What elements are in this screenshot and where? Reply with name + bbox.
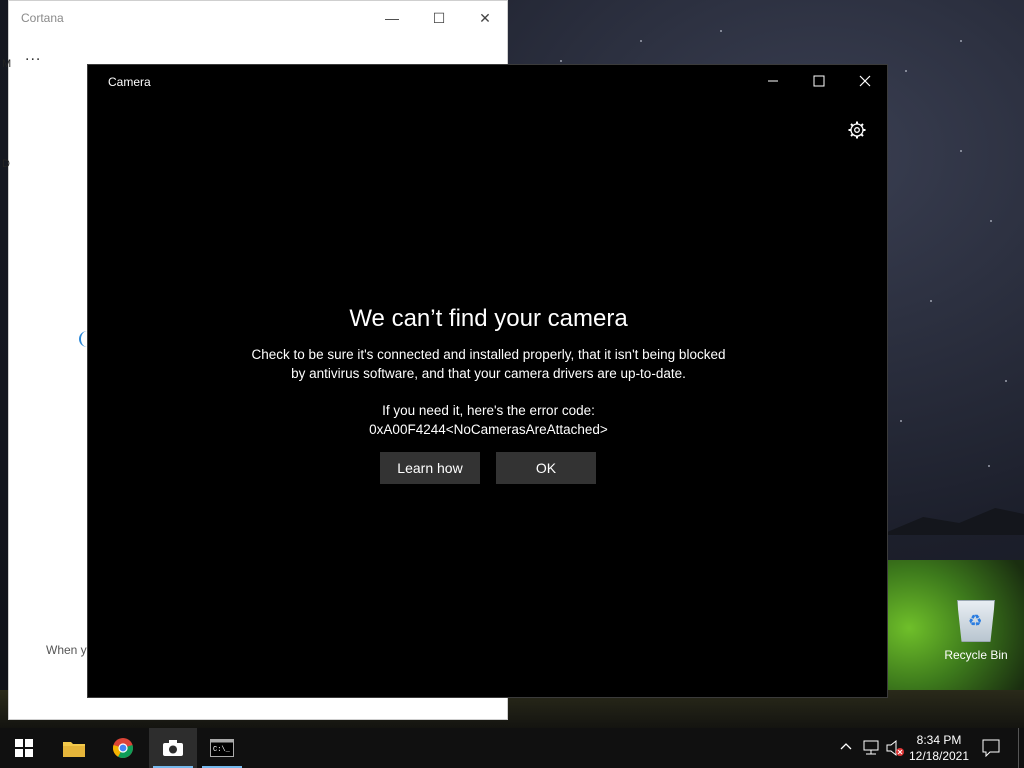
show-desktop-button[interactable] bbox=[1018, 728, 1019, 768]
camera-close-button[interactable] bbox=[842, 65, 888, 97]
taskbar: C:\_ 8:34 PM 12/18/2021 bbox=[0, 728, 1024, 768]
cortana-bottom-text: When y bbox=[46, 643, 87, 657]
error-code-intro: If you need it, here's the error code: bbox=[382, 403, 595, 418]
command-prompt-icon: C:\_ bbox=[210, 739, 234, 757]
ok-button[interactable]: OK bbox=[496, 452, 596, 484]
taskbar-camera-button[interactable] bbox=[149, 728, 197, 768]
network-button[interactable] bbox=[862, 740, 880, 759]
clock-date: 12/18/2021 bbox=[908, 749, 970, 763]
notification-icon bbox=[982, 739, 1000, 758]
recycle-bin-shortcut[interactable]: Recycle Bin bbox=[940, 600, 1012, 662]
gear-icon bbox=[848, 121, 866, 139]
camera-maximize-button[interactable] bbox=[796, 65, 842, 97]
error-description-line: by antivirus software, and that your cam… bbox=[291, 366, 686, 381]
camera-icon bbox=[163, 740, 183, 756]
volume-muted-icon bbox=[886, 739, 904, 757]
camera-settings-button[interactable] bbox=[847, 120, 867, 140]
cortana-minimize-button[interactable]: — bbox=[369, 5, 415, 31]
volume-button[interactable] bbox=[885, 739, 905, 760]
close-icon bbox=[859, 75, 871, 87]
clock[interactable]: 8:34 PM 12/18/2021 bbox=[908, 732, 970, 764]
action-center-button[interactable] bbox=[982, 739, 1000, 760]
windows-logo-icon bbox=[15, 739, 33, 757]
taskbar-file-explorer-button[interactable] bbox=[50, 728, 98, 768]
maximize-icon bbox=[813, 75, 825, 87]
start-button[interactable] bbox=[0, 728, 48, 768]
recycle-bin-label: Recycle Bin bbox=[944, 648, 1008, 662]
left-edge-text-fragment: D bbox=[2, 158, 10, 170]
chevron-up-icon bbox=[840, 743, 852, 750]
error-headline: We can’t find your camera bbox=[349, 305, 628, 332]
cortana-more-options-button[interactable]: ... bbox=[25, 47, 41, 65]
cortana-close-button[interactable]: ✕ bbox=[462, 5, 508, 31]
clock-time: 8:34 PM bbox=[916, 733, 962, 747]
chrome-icon bbox=[113, 738, 133, 759]
taskbar-chrome-button[interactable] bbox=[99, 728, 147, 768]
error-description: Check to be sure it's connected and inst… bbox=[88, 345, 889, 383]
taskbar-command-prompt-button[interactable]: C:\_ bbox=[198, 728, 246, 768]
error-code-value: 0xA00F4244<NoCamerasAreAttached> bbox=[369, 422, 608, 437]
camera-window[interactable]: Camera We can’t find your camera Check t… bbox=[87, 64, 888, 698]
error-description-line: Check to be sure it's connected and inst… bbox=[251, 347, 726, 362]
folder-icon bbox=[63, 742, 85, 757]
show-hidden-icons-button[interactable] bbox=[840, 740, 852, 755]
camera-window-title: Camera bbox=[108, 75, 151, 89]
cortana-window-title: Cortana bbox=[21, 11, 64, 25]
camera-minimize-button[interactable] bbox=[750, 65, 796, 97]
network-icon bbox=[863, 740, 879, 755]
svg-text:C:\_: C:\_ bbox=[213, 746, 231, 754]
error-code-block: If you need it, here's the error code: 0… bbox=[88, 401, 889, 439]
cortana-maximize-button[interactable]: ☐ bbox=[416, 5, 462, 31]
learn-how-button[interactable]: Learn how bbox=[380, 452, 480, 484]
minimize-icon bbox=[768, 80, 778, 82]
left-edge-text-fragment: M bbox=[2, 58, 12, 70]
recycle-bin-icon bbox=[957, 600, 995, 642]
